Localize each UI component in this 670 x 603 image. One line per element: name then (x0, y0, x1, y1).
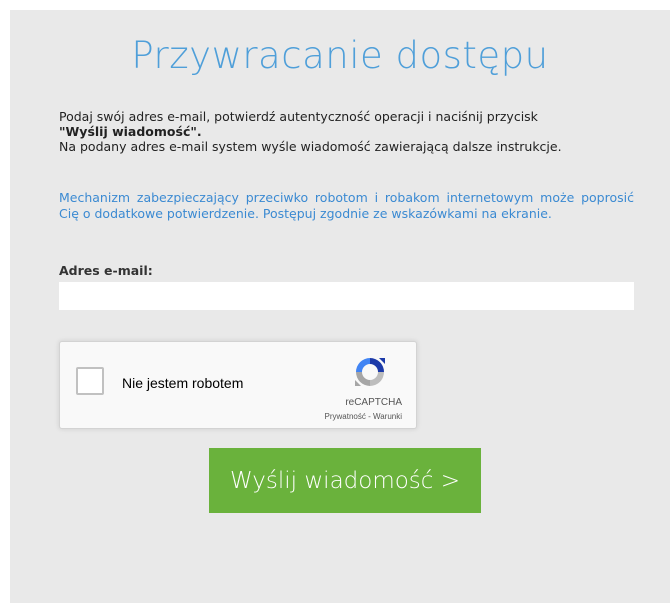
page-title: Przywracanie dostępu (131, 34, 549, 77)
recaptcha-logo-icon (355, 358, 385, 386)
recaptcha-widget: Nie jestem robotem reCAPTCHA Prywatność … (59, 341, 417, 429)
email-input[interactable] (59, 282, 634, 310)
instructions-line-1: Podaj swój adres e-mail, potwierdź auten… (59, 109, 538, 124)
instructions-button-reference: "Wyślij wiadomość". (59, 124, 202, 139)
recaptcha-brand: reCAPTCHA (345, 397, 402, 408)
password-recovery-panel: Przywracanie dostępu Podaj swój adres e-… (10, 10, 670, 603)
recaptcha-privacy-terms-links[interactable]: Prywatność - Warunki (325, 412, 403, 421)
recaptcha-label: Nie jestem robotem (122, 375, 244, 391)
email-label: Adres e-mail: (59, 263, 153, 278)
instructions-line-2: Na podany adres e-mail system wyśle wiad… (59, 139, 562, 154)
captcha-notice: Mechanizm zabezpieczający przeciwko robo… (59, 190, 634, 221)
instructions-text: Podaj swój adres e-mail, potwierdź auten… (59, 109, 634, 154)
recaptcha-checkbox[interactable] (76, 367, 104, 395)
send-message-button[interactable]: Wyślij wiadomość > (209, 448, 481, 513)
